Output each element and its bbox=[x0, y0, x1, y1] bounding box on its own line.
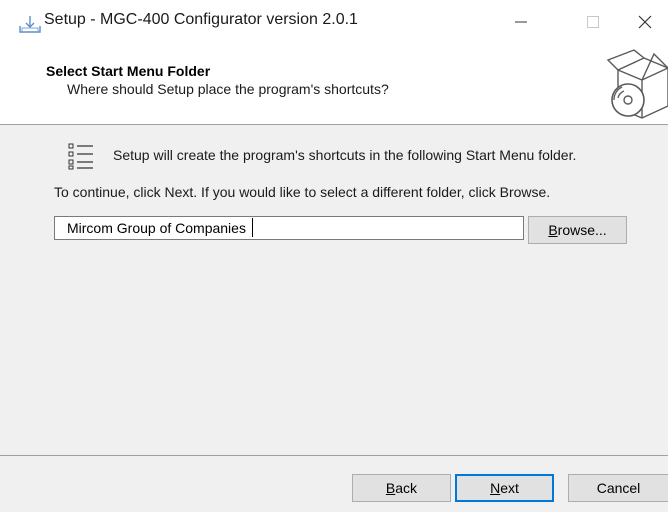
installer-icon bbox=[18, 14, 42, 34]
minimize-button[interactable] bbox=[498, 0, 544, 44]
maximize-button[interactable] bbox=[570, 0, 616, 44]
next-accelerator: N bbox=[490, 480, 501, 496]
page-subtitle: Where should Setup place the program's s… bbox=[67, 81, 389, 97]
close-icon bbox=[638, 15, 652, 29]
browse-label: rowse... bbox=[557, 222, 607, 238]
browse-button[interactable]: Browse... bbox=[528, 216, 627, 244]
info-text: Setup will create the program's shortcut… bbox=[113, 147, 577, 163]
back-button[interactable]: Back bbox=[352, 474, 451, 502]
wizard-content-panel bbox=[0, 125, 668, 455]
minimize-icon bbox=[515, 21, 527, 23]
instruction-text: To continue, click Next. If you would li… bbox=[54, 184, 551, 200]
back-label: ack bbox=[395, 480, 418, 496]
next-button[interactable]: Next bbox=[455, 474, 554, 502]
list-icon bbox=[68, 142, 94, 170]
title-bar: Setup - MGC-400 Configurator version 2.0… bbox=[0, 0, 668, 44]
maximize-icon bbox=[587, 16, 599, 28]
cancel-label: Cancel bbox=[596, 480, 641, 496]
cancel-button[interactable]: Cancel bbox=[568, 474, 668, 502]
browse-accelerator: B bbox=[548, 222, 558, 238]
text-caret bbox=[252, 218, 253, 237]
back-accelerator: B bbox=[385, 480, 396, 496]
page-title: Select Start Menu Folder bbox=[46, 63, 211, 79]
next-label: ext bbox=[500, 480, 519, 496]
start-menu-folder-input[interactable] bbox=[54, 216, 524, 240]
setup-box-disc-icon bbox=[604, 46, 668, 122]
window-title: Setup - MGC-400 Configurator version 2.0… bbox=[44, 11, 358, 28]
close-button[interactable] bbox=[622, 0, 668, 44]
